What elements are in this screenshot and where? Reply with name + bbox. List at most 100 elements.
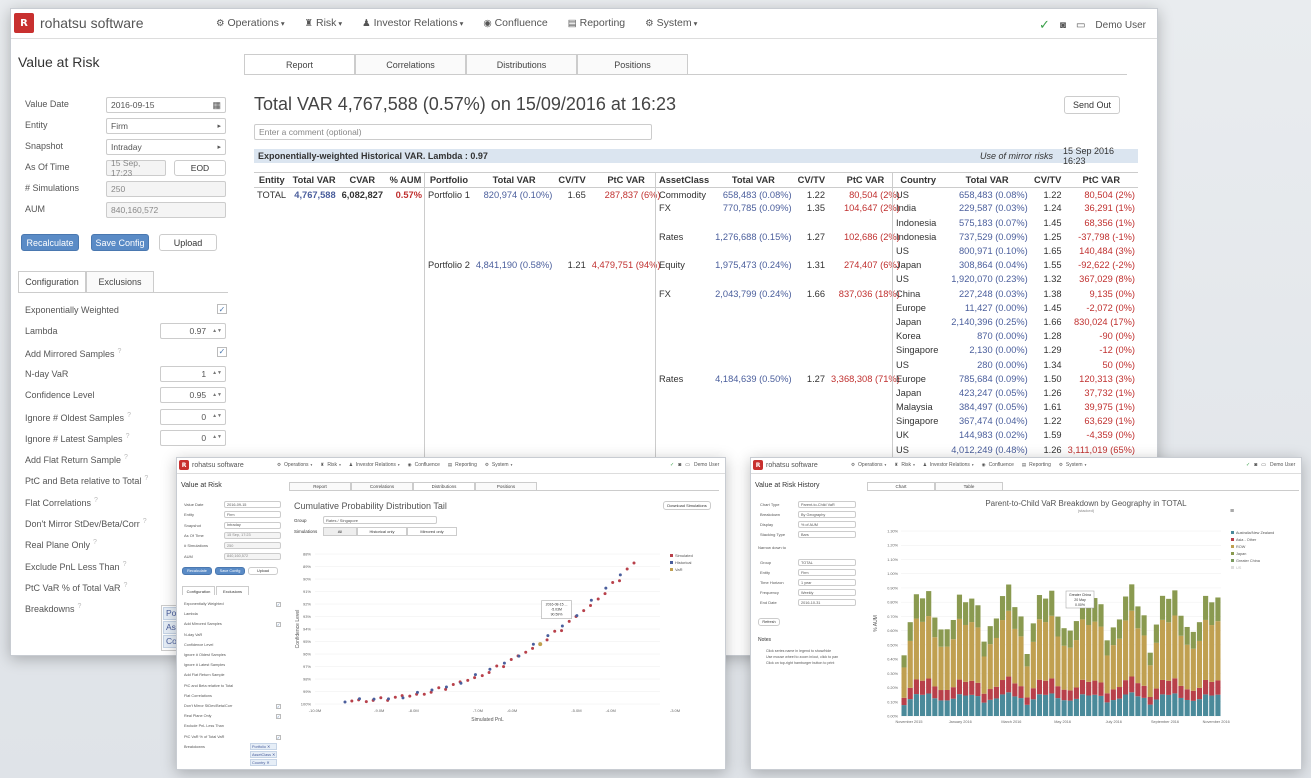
form-input-entity[interactable]: Firm ▸: [106, 118, 226, 134]
dist-form-input-4[interactable]: 250: [224, 542, 281, 550]
hist-tab-0[interactable]: Chart: [867, 482, 935, 490]
dist-form-input-2[interactable]: Intraday: [224, 521, 281, 529]
dist-form-input-0[interactable]: 2016-09-15: [224, 501, 281, 508]
hist-narrow-select-2[interactable]: 1 year: [798, 579, 856, 586]
config-number-5[interactable]: 0 ▲▼: [160, 408, 226, 425]
spinner-icon[interactable]: ▲▼: [212, 414, 222, 419]
caret-right-icon[interactable]: ▸: [217, 122, 221, 130]
comment-input[interactable]: Enter a comment (optional): [254, 124, 652, 140]
config-checkbox-2[interactable]: ✓: [217, 346, 227, 357]
report-tab-1[interactable]: Correlations: [355, 54, 466, 74]
main-menu-3[interactable]: ◉ Confluence: [483, 17, 547, 29]
hist-form-select-2[interactable]: % of AUM: [798, 521, 856, 528]
dist-tab-2[interactable]: Distributions: [413, 482, 475, 490]
config-tab-1[interactable]: Exclusions: [86, 271, 154, 292]
dist-menu-0[interactable]: ⚙ Operations ▾: [277, 462, 312, 468]
spinner-icon[interactable]: ▲▼: [212, 371, 222, 376]
send-out-button[interactable]: Send Out: [1064, 96, 1120, 114]
refresh-button[interactable]: Refresh: [758, 618, 780, 626]
caret-right-icon[interactable]: ▸: [217, 143, 221, 151]
hist-menu-1[interactable]: ♜ Risk ▾: [894, 462, 915, 468]
spinner-icon[interactable]: ▲▼: [212, 392, 222, 398]
main-menu-2[interactable]: ♟ Investor Relations ▾: [362, 17, 463, 29]
hist-menu-2[interactable]: ♟ Investor Relations ▾: [923, 462, 974, 468]
main-menu-5[interactable]: ⚙ System ▾: [645, 17, 697, 29]
hist-brand[interactable]: R rohatsu software: [753, 460, 818, 470]
user-name[interactable]: Demo User: [1095, 20, 1146, 31]
hist-form-select-1[interactable]: By Geography: [798, 511, 856, 518]
download-sims-button[interactable]: Download Simulations: [663, 501, 711, 510]
main-menu-0[interactable]: ⚙ Operations ▾: [216, 17, 285, 29]
spinner-icon[interactable]: ▲▼: [212, 328, 222, 334]
hist-narrow-select-3[interactable]: Weekly: [798, 589, 856, 596]
dist-user[interactable]: Demo User: [694, 462, 719, 468]
form-input-snapshot[interactable]: Intraday ▸: [106, 139, 226, 155]
dist-form-input-5[interactable]: 840,160,572: [224, 552, 281, 560]
dist-tag-1[interactable]: AssetClass ✕: [250, 751, 278, 758]
config-number-3[interactable]: 1 ▲▼: [160, 365, 226, 382]
sims-option-0[interactable]: All: [323, 527, 357, 536]
config-tab-0[interactable]: Configuration: [18, 271, 86, 292]
dist-tag-0[interactable]: Portfolio ✕: [250, 743, 278, 750]
dist-menu-3[interactable]: ◉ Confluence: [408, 462, 440, 468]
hist-menu-3[interactable]: ◉ Confluence: [982, 462, 1014, 468]
dist-button-0[interactable]: Recalculate: [182, 567, 212, 575]
hist-form-select-0[interactable]: Parent-to-Child VaR: [798, 501, 856, 508]
upload-button[interactable]: Upload: [159, 234, 217, 251]
calendar-icon[interactable]: ▦: [212, 100, 221, 111]
dist-menu-4[interactable]: ▤ Reporting: [448, 462, 477, 468]
config-checkbox-0[interactable]: ✓: [217, 304, 227, 314]
hist-menu-5[interactable]: ⚙ System ▾: [1059, 462, 1086, 468]
config-number-4[interactable]: 0.95 ▲▼: [160, 387, 226, 404]
dist-brand[interactable]: R rohatsu software: [179, 460, 244, 470]
form-input-value_date[interactable]: 2016-09-15 ▦: [106, 97, 226, 113]
dist-menu-2[interactable]: ♟ Investor Relations ▾: [349, 462, 400, 468]
config-number-6[interactable]: 0 ▲▼: [160, 429, 226, 446]
report-tab-2[interactable]: Distributions: [466, 54, 577, 74]
report-tab-0[interactable]: Report: [244, 54, 355, 74]
hist-monitor-icon[interactable]: ▭: [1261, 462, 1266, 468]
dist-cfg-tab-0[interactable]: Configuration: [182, 586, 215, 595]
dist-form-input-3[interactable]: 15 Sep, 17:23: [224, 531, 281, 539]
hist-narrow-select-1[interactable]: Firm: [798, 569, 856, 576]
form-input-aum[interactable]: 840,160,572: [106, 202, 226, 218]
sims-option-1[interactable]: Historical only: [357, 527, 407, 536]
hist-tab-1[interactable]: Table: [935, 482, 1003, 490]
main-menu-4[interactable]: ▤ Reporting: [568, 17, 625, 29]
form-input-sims[interactable]: 250: [106, 181, 226, 197]
dist-button-2[interactable]: Upload: [248, 567, 278, 575]
eod-button[interactable]: EOD: [174, 160, 226, 176]
brand[interactable]: R rohatsu software: [14, 13, 144, 33]
dist-tab-0[interactable]: Report: [289, 482, 351, 490]
data-point: [575, 614, 579, 618]
dist-button-1[interactable]: Save Config: [215, 567, 245, 575]
hist-narrow-select-0[interactable]: TOTAL: [798, 559, 856, 566]
config-number-1[interactable]: 0.97 ▲▼: [160, 323, 226, 340]
main-menu-1[interactable]: ♜ Risk ▾: [305, 17, 343, 29]
group-select[interactable]: Rates / Singapore: [323, 516, 437, 524]
dist-tag-2[interactable]: Country ✕: [250, 759, 278, 766]
monitor-icon[interactable]: ▭: [1076, 20, 1085, 31]
dist-menu-1[interactable]: ♜ Risk ▾: [320, 462, 341, 468]
recalculate-button[interactable]: Recalculate: [21, 234, 79, 251]
sims-option-2[interactable]: Mirrored only: [407, 527, 457, 536]
dist-camera-icon[interactable]: ◙: [678, 462, 681, 468]
form-input-as_of[interactable]: 15 Sep, 17:23: [106, 158, 166, 178]
hist-user[interactable]: Demo User: [1270, 462, 1295, 468]
report-tab-3[interactable]: Positions: [577, 54, 688, 74]
hist-menu-0[interactable]: ⚙ Operations ▾: [851, 462, 886, 468]
hist-menu-4[interactable]: ▤ Reporting: [1022, 462, 1051, 468]
dist-cfg-tab-1[interactable]: Exclusions: [216, 586, 249, 595]
dist-monitor-icon[interactable]: ▭: [685, 462, 690, 468]
hist-camera-icon[interactable]: ◙: [1254, 462, 1257, 468]
save-config-button[interactable]: Save Config: [91, 234, 149, 251]
hist-narrow-select-4[interactable]: 2016-10-31: [798, 599, 856, 606]
spinner-icon[interactable]: ▲▼: [212, 435, 222, 440]
hist-form-select-3[interactable]: Bars: [798, 531, 856, 538]
y-tick-label: 89%: [303, 564, 311, 569]
dist-menu-5[interactable]: ⚙ System ▾: [485, 462, 512, 468]
camera-icon[interactable]: ◙: [1060, 20, 1066, 31]
dist-form-input-1[interactable]: Firm: [224, 511, 281, 519]
dist-tab-1[interactable]: Correlations: [351, 482, 413, 490]
dist-tab-3[interactable]: Positions: [475, 482, 537, 490]
